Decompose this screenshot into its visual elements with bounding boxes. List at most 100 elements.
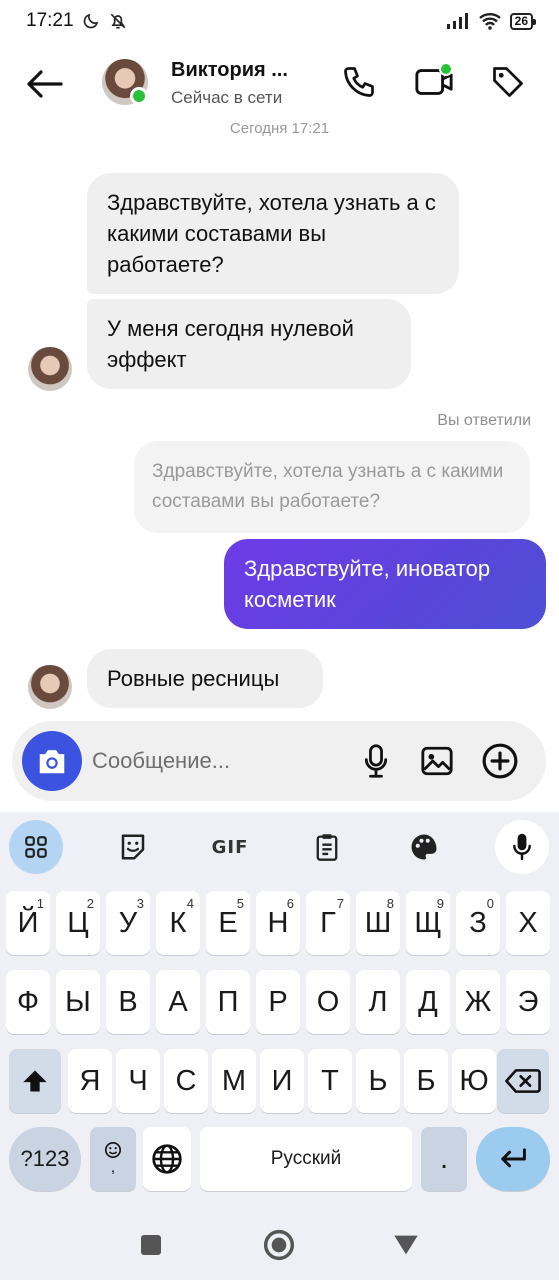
key[interactable]: В [106,970,150,1034]
backspace-key[interactable] [497,1049,549,1113]
palette-icon [411,834,437,860]
camera-icon [39,750,65,774]
image-icon [421,746,453,776]
plus-circle-icon [482,743,518,779]
clipboard-icon [316,834,338,861]
key[interactable]: Ж [456,970,500,1034]
symbols-key[interactable]: ?123 [9,1127,81,1191]
key[interactable]: Ы [56,970,100,1034]
wifi-icon [478,13,501,30]
key[interactable]: Э [506,970,550,1034]
language-key[interactable] [143,1127,191,1191]
square-icon [141,1235,161,1255]
key[interactable]: Е5 [206,891,250,955]
status-bar: 17:21 26 [0,0,559,42]
chat-header: Виктория ... Сейчас в сети [0,42,559,126]
message-composer [12,721,546,801]
sender-avatar[interactable] [28,347,72,391]
key[interactable]: М [212,1049,256,1113]
key[interactable]: С [164,1049,208,1113]
key[interactable]: Ь [356,1049,400,1113]
bell-off-icon [110,13,125,29]
incoming-message[interactable]: У меня сегодня нулевой эффект [87,299,411,389]
globe-icon [152,1144,182,1174]
system-navigation-bar [0,1210,559,1280]
apps-button[interactable] [9,820,63,874]
key[interactable]: К4 [156,891,200,955]
recents-button[interactable] [134,1228,168,1262]
space-key[interactable]: Русский [200,1127,412,1191]
smiley-icon [104,1141,122,1159]
status-time: 17:21 [26,10,74,31]
sender-avatar[interactable] [28,665,72,709]
video-active-dot [439,62,453,76]
incoming-message[interactable]: Здравствуйте, хотела узнать а с какими с… [87,173,459,294]
voice-input-button[interactable] [495,820,549,874]
online-indicator [130,87,148,105]
back-button[interactable] [20,62,68,106]
message-input[interactable] [92,741,332,781]
key[interactable]: Ф [6,970,50,1034]
key[interactable]: П [206,970,250,1034]
key[interactable]: Й1 [6,891,50,955]
microphone-icon [513,833,531,861]
triangle-down-icon [394,1235,418,1255]
call-button[interactable] [337,60,381,104]
backspace-icon [505,1069,541,1093]
key[interactable]: Щ9 [406,891,450,955]
keyboard-toolbar: GIF [0,812,559,882]
gif-button[interactable]: GIF [203,820,257,874]
back-nav-button[interactable] [389,1228,423,1262]
key[interactable]: Х [506,891,550,955]
outgoing-message[interactable]: Здравствуйте, иноватор косметик [224,539,546,629]
add-button[interactable] [478,739,522,783]
quoted-message[interactable]: Здравствуйте, хотела узнать а с какими с… [134,441,530,533]
incoming-message[interactable]: Ровные ресницы [87,649,323,708]
key[interactable]: Л [356,970,400,1034]
key[interactable]: Р [256,970,300,1034]
contact-name[interactable]: Виктория ... [171,59,288,82]
contact-status: Сейчас в сети [171,88,283,107]
circle-icon [263,1229,295,1261]
key[interactable]: Н6 [256,891,300,955]
tag-button[interactable] [486,60,530,104]
key[interactable]: Б [404,1049,448,1113]
key[interactable]: Ц2 [56,891,100,955]
microphone-icon [364,744,388,778]
battery-indicator: 26 [509,12,537,30]
period-key[interactable]: . [421,1127,467,1191]
enter-icon [501,1148,526,1168]
key[interactable]: А [156,970,200,1034]
key[interactable]: И [260,1049,304,1113]
voice-message-button[interactable] [354,739,398,783]
emoji-comma-key[interactable]: , [90,1127,136,1191]
grid-icon [25,836,47,858]
enter-key[interactable] [476,1127,550,1191]
arrow-left-icon [27,70,63,98]
sticker-button[interactable] [106,820,160,874]
key[interactable]: О [306,970,350,1034]
gallery-button[interactable] [415,739,459,783]
signal-icon [446,13,468,29]
clipboard-button[interactable] [300,820,354,874]
key[interactable]: Ч [116,1049,160,1113]
sticker-icon [121,834,145,860]
key[interactable]: Г7 [306,891,350,955]
home-button[interactable] [262,1228,296,1262]
message-timestamp: Сегодня 17:21 [229,120,330,137]
reply-label: Вы ответили [437,412,531,429]
theme-button[interactable] [397,820,451,874]
shift-key[interactable] [9,1049,61,1113]
video-call-button[interactable] [412,60,456,104]
key[interactable]: Я [68,1049,112,1113]
key[interactable]: Д [406,970,450,1034]
shift-arrow-icon [23,1070,47,1092]
key[interactable]: У3 [106,891,150,955]
camera-button[interactable] [22,731,82,791]
key[interactable]: Ю [452,1049,496,1113]
moon-icon [83,13,98,29]
key[interactable]: Т [308,1049,352,1113]
key[interactable]: Ш8 [356,891,400,955]
tag-icon [493,67,523,97]
key[interactable]: З0 [456,891,500,955]
